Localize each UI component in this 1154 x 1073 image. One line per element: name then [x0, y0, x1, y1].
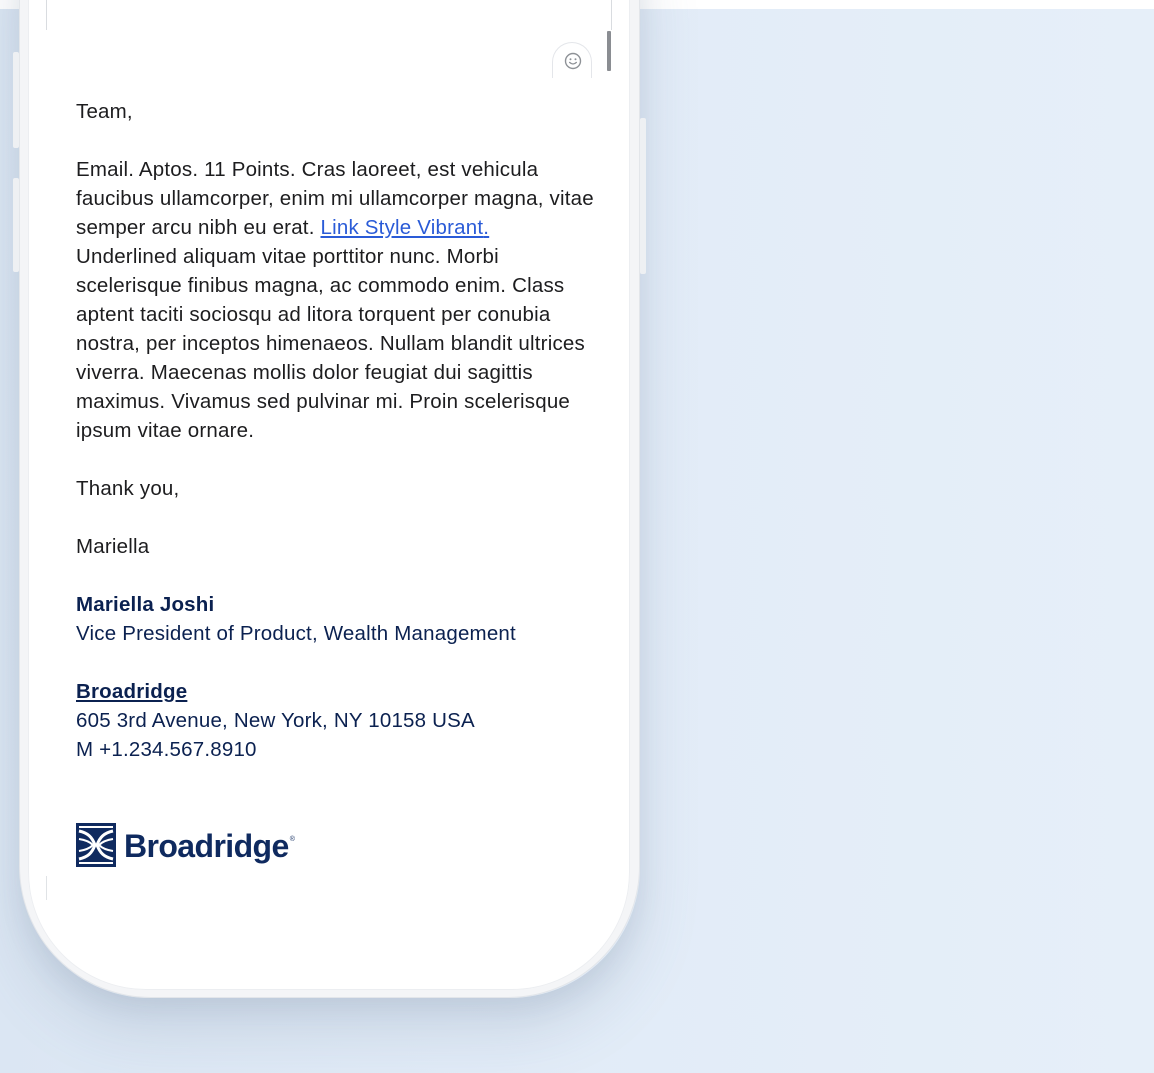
logo-wordmark: Broadridge [124, 827, 289, 864]
signature-phone: M +1.234.567.8910 [76, 738, 257, 761]
vibrant-link[interactable]: Link Style Vibrant. [321, 216, 490, 239]
side-button-upper [13, 52, 19, 148]
greeting: Team, [76, 100, 133, 123]
side-button-lower [13, 178, 19, 272]
signature-title: Vice President of Product, Wealth Manage… [76, 622, 516, 645]
broadridge-mark-icon [76, 823, 116, 867]
closing: Thank you, [76, 477, 180, 500]
logo-registered-mark: ® [289, 835, 295, 843]
scrollbar-thumb[interactable] [607, 31, 611, 71]
emoji-button[interactable] [552, 42, 592, 78]
signature-address: 605 3rd Avenue, New York, NY 10158 USA [76, 709, 475, 732]
broadridge-logo: Broadridge ® [76, 822, 295, 868]
screen-edge [611, 0, 612, 30]
screen-edge [46, 876, 47, 900]
body-text-after-link: Underlined aliquam vitae porttitor nunc.… [76, 245, 585, 442]
email-body[interactable]: Team, Email. Aptos. 11 Points. Cras laor… [76, 97, 596, 764]
sender-first-name: Mariella [76, 535, 150, 558]
side-button-right [640, 118, 646, 274]
smiley-icon [564, 52, 582, 70]
signature-name: Mariella Joshi [76, 593, 215, 616]
screen-edge [46, 0, 47, 30]
signature-company-link[interactable]: Broadridge [76, 680, 187, 703]
body-paragraph: Email. Aptos. 11 Points. Cras laoreet, e… [76, 155, 596, 445]
